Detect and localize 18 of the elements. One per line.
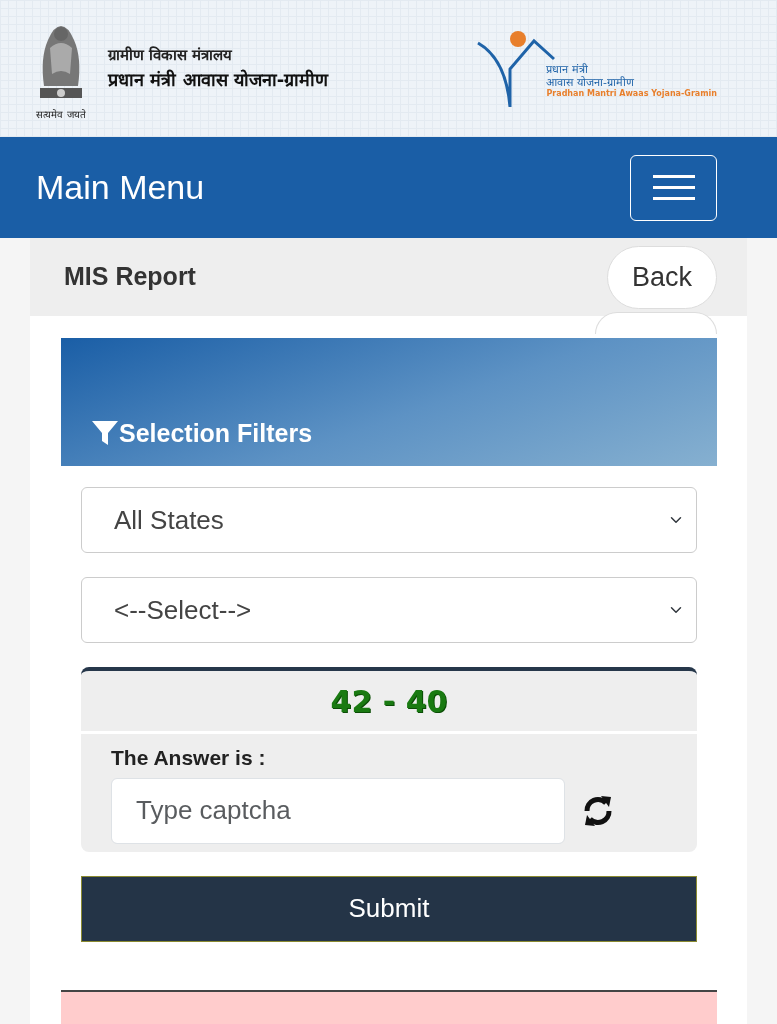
ministry-name: ग्रामीण विकास मंत्रालय <box>108 44 234 66</box>
captcha-field[interactable]: Type captcha <box>111 777 565 844</box>
submit-button[interactable]: Submit <box>81 875 697 942</box>
back-button[interactable]: Back <box>606 246 717 309</box>
logo-text: आवास योजना-ग्रामीण <box>546 75 635 89</box>
captcha-question: 42 - 40 <box>330 682 448 721</box>
logo-text: Pradhan Mantri Awaas Yojana-Gramin <box>546 88 717 99</box>
panel-title: Selection Filters <box>119 417 313 449</box>
page-title: MIS Report <box>64 261 196 293</box>
logo-text: प्रधान मंत्री <box>546 62 589 76</box>
scheme-name: प्रधान मंत्री आवास योजना-ग्रामीण <box>108 68 329 93</box>
filter-icon <box>91 419 119 448</box>
dropdown-select[interactable]: <--Select--> <box>81 577 697 643</box>
emblem-motto: सत्यमेव जयते <box>36 109 86 120</box>
navbar-title: Main Menu <box>36 167 205 208</box>
menu-button[interactable] <box>630 154 717 221</box>
answer-label: The Answer is : <box>111 745 267 771</box>
dropdown-select[interactable]: All States <box>81 487 697 553</box>
